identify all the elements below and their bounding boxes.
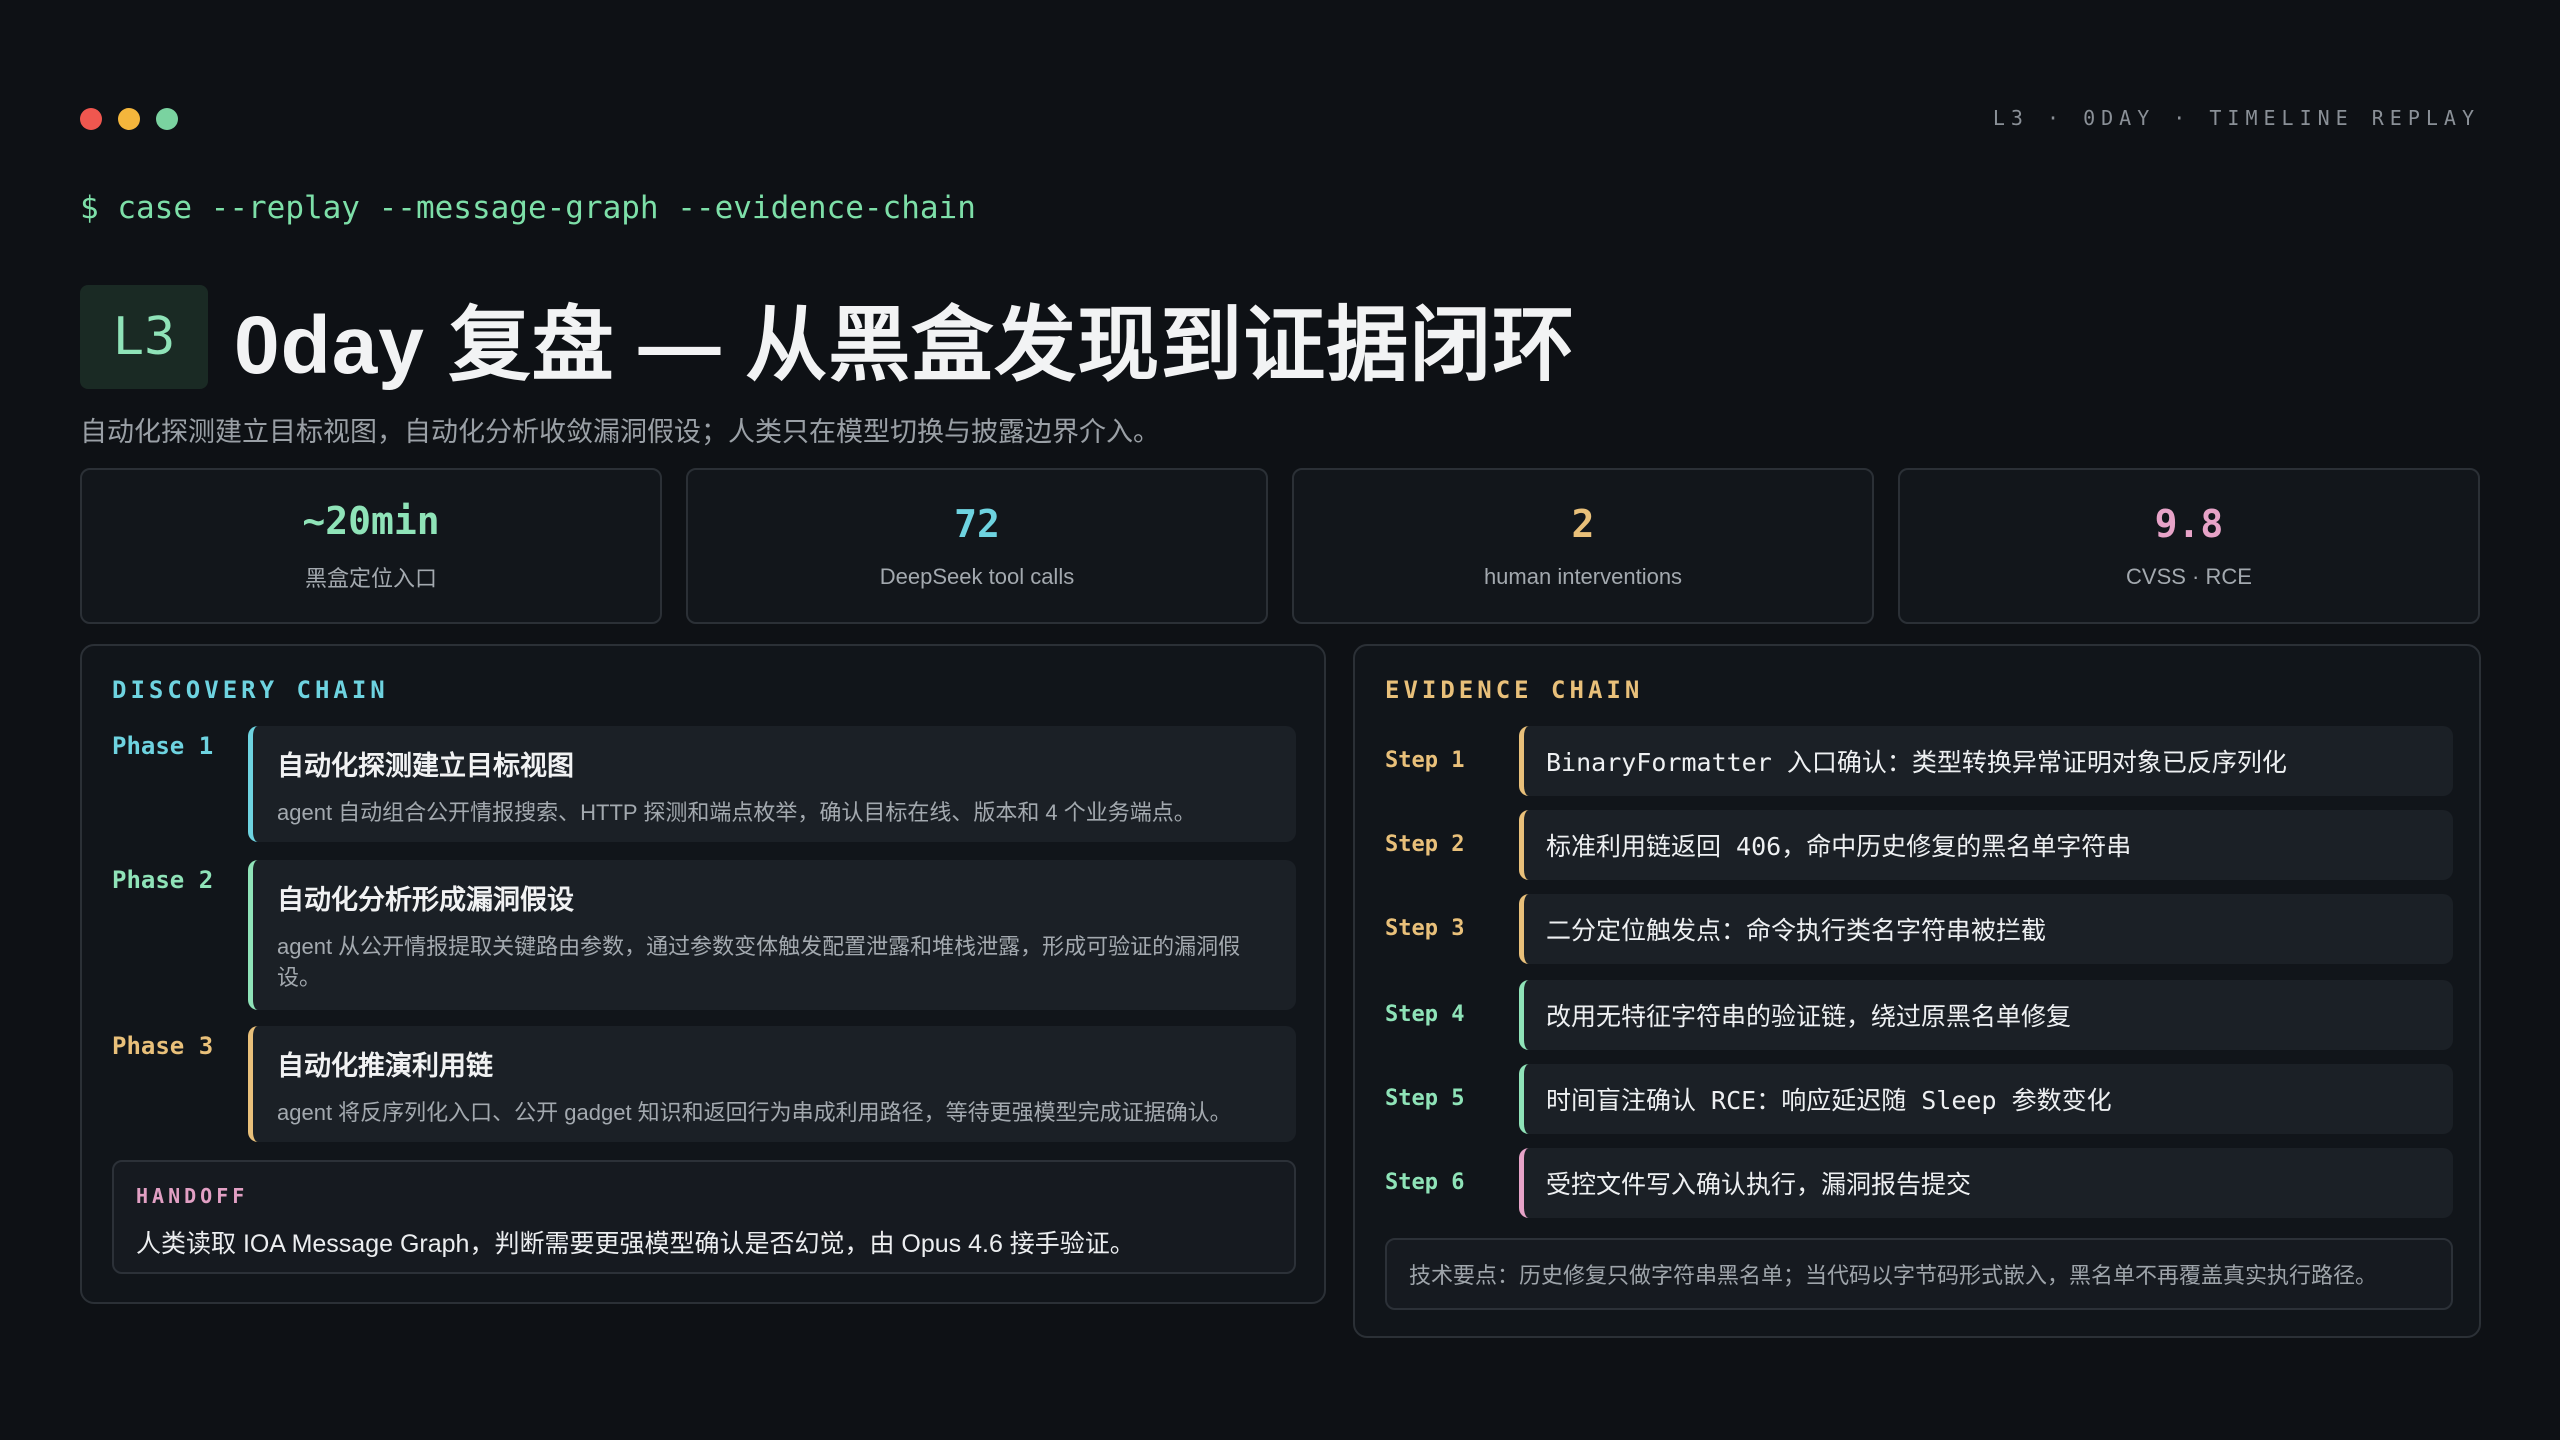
handoff-label: HANDOFF bbox=[136, 1184, 249, 1208]
step-tag: Step 3 bbox=[1385, 916, 1465, 941]
phase-tag: Phase 3 bbox=[112, 1032, 214, 1060]
phase-description: agent 从公开情报提取关键路由参数，通过参数变体触发配置泄露和堆栈泄露，形成… bbox=[277, 934, 1241, 990]
command-prompt: $ case --replay --message-graph --eviden… bbox=[80, 190, 976, 226]
step-text: 受控文件写入确认执行，漏洞报告提交 bbox=[1546, 1170, 1972, 1199]
evidence-chain-heading: EVIDENCE CHAIN bbox=[1385, 676, 1644, 704]
step-text: BinaryFormatter 入口确认：类型转换异常证明对象已反序列化 bbox=[1546, 748, 2287, 777]
step-card: BinaryFormatter 入口确认：类型转换异常证明对象已反序列化 bbox=[1519, 726, 2453, 796]
stat-label: human interventions bbox=[1483, 564, 1683, 589]
stat-label: CVSS · RCE bbox=[2126, 564, 2252, 589]
prompt-symbol: $ bbox=[80, 190, 99, 226]
step-text: 改用无特征字符串的验证链，绕过原黑名单修复 bbox=[1546, 1002, 2072, 1031]
evidence-chain-panel: EVIDENCE CHAIN Step 1 BinaryFormatter 入口… bbox=[1353, 644, 2481, 1338]
page-title: 0day 复盘 — 从黑盒发现到证据闭环 bbox=[234, 299, 1576, 391]
level-badge: L3 bbox=[80, 285, 208, 389]
phase-title: 自动化分析形成漏洞假设 bbox=[277, 885, 574, 915]
step-item: Step 6 受控文件写入确认执行，漏洞报告提交 bbox=[1385, 1148, 2453, 1218]
discovery-chain-heading: DISCOVERY CHAIN bbox=[112, 676, 389, 704]
step-tag: Step 2 bbox=[1385, 832, 1465, 857]
step-tag: Step 5 bbox=[1385, 1086, 1465, 1111]
phase-title: 自动化探测建立目标视图 bbox=[277, 751, 574, 781]
stat-label: DeepSeek tool calls bbox=[879, 564, 1075, 589]
phase-tag: Phase 1 bbox=[112, 732, 214, 760]
step-item: Step 4 改用无特征字符串的验证链，绕过原黑名单修复 bbox=[1385, 980, 2453, 1050]
page-subtitle: 自动化探测建立目标视图，自动化分析收敛漏洞假设；人类只在模型切换与披露边界介入。 bbox=[80, 417, 1160, 447]
step-card: 标准利用链返回 406，命中历史修复的黑名单字符串 bbox=[1519, 810, 2453, 880]
step-item: Step 2 标准利用链返回 406，命中历史修复的黑名单字符串 bbox=[1385, 810, 2453, 880]
step-card: 二分定位触发点：命令执行类名字符串被拦截 bbox=[1519, 894, 2453, 964]
close-dot-icon[interactable] bbox=[80, 108, 102, 130]
stats-row: ~20min 黑盒定位入口 72 DeepSeek tool calls 2 h… bbox=[80, 468, 2480, 624]
discovery-chain-panel: DISCOVERY CHAIN Phase 1 自动化探测建立目标视图 agen… bbox=[80, 644, 1326, 1304]
maximize-dot-icon[interactable] bbox=[156, 108, 178, 130]
step-card: 时间盲注确认 RCE：响应延迟随 Sleep 参数变化 bbox=[1519, 1064, 2453, 1134]
phase-card: 自动化探测建立目标视图 agent 自动组合公开情报搜索、HTTP 探测和端点枚… bbox=[248, 726, 1296, 842]
top-label: L3 · 0DAY · TIMELINE REPLAY bbox=[1992, 106, 2480, 130]
handoff-text: 人类读取 IOA Message Graph，判断需要更强模型确认是否幻觉，由 … bbox=[136, 1230, 1135, 1258]
handoff-box: HANDOFF 人类读取 IOA Message Graph，判断需要更强模型确… bbox=[112, 1160, 1296, 1274]
step-text: 标准利用链返回 406，命中历史修复的黑名单字符串 bbox=[1546, 832, 2132, 861]
step-item: Step 5 时间盲注确认 RCE：响应延迟随 Sleep 参数变化 bbox=[1385, 1064, 2453, 1134]
technical-note: 技术要点：历史修复只做字符串黑名单；当代码以字节码形式嵌入，黑名单不再覆盖真实执… bbox=[1385, 1238, 2453, 1310]
phase-description: agent 将反序列化入口、公开 gadget 知识和返回行为串成利用路径，等待… bbox=[277, 1100, 1232, 1125]
step-text: 二分定位触发点：命令执行类名字符串被拦截 bbox=[1546, 916, 2047, 945]
stat-card: ~20min 黑盒定位入口 bbox=[80, 468, 662, 624]
stat-card: 72 DeepSeek tool calls bbox=[686, 468, 1268, 624]
stat-value: 72 bbox=[954, 502, 1000, 546]
stat-value: 9.8 bbox=[2154, 502, 2224, 546]
phase-card: 自动化分析形成漏洞假设 agent 从公开情报提取关键路由参数，通过参数变体触发… bbox=[248, 860, 1296, 1010]
step-item: Step 1 BinaryFormatter 入口确认：类型转换异常证明对象已反… bbox=[1385, 726, 2453, 796]
stat-value: ~20min bbox=[302, 499, 440, 543]
stat-card: 9.8 CVSS · RCE bbox=[1898, 468, 2480, 624]
step-tag: Step 6 bbox=[1385, 1170, 1465, 1195]
window-controls bbox=[80, 108, 178, 130]
step-card: 受控文件写入确认执行，漏洞报告提交 bbox=[1519, 1148, 2453, 1218]
step-item: Step 3 二分定位触发点：命令执行类名字符串被拦截 bbox=[1385, 894, 2453, 964]
phase-tag: Phase 2 bbox=[112, 866, 214, 894]
phase-card: 自动化推演利用链 agent 将反序列化入口、公开 gadget 知识和返回行为… bbox=[248, 1026, 1296, 1142]
stat-value: 2 bbox=[1571, 502, 1595, 546]
phase-description: agent 自动组合公开情报搜索、HTTP 探测和端点枚举，确认目标在线、版本和… bbox=[277, 800, 1196, 825]
stat-card: 2 human interventions bbox=[1292, 468, 1874, 624]
prompt-command: case --replay --message-graph --evidence… bbox=[117, 190, 976, 226]
stat-label: 黑盒定位入口 bbox=[304, 566, 437, 591]
step-card: 改用无特征字符串的验证链，绕过原黑名单修复 bbox=[1519, 980, 2453, 1050]
step-tag: Step 4 bbox=[1385, 1002, 1465, 1027]
phase-title: 自动化推演利用链 bbox=[277, 1051, 493, 1081]
step-tag: Step 1 bbox=[1385, 748, 1465, 773]
minimize-dot-icon[interactable] bbox=[118, 108, 140, 130]
page-header: L3 0day 复盘 — 从黑盒发现到证据闭环 bbox=[80, 284, 1575, 391]
technical-note-text: 技术要点：历史修复只做字符串黑名单；当代码以字节码形式嵌入，黑名单不再覆盖真实执… bbox=[1409, 1263, 2378, 1288]
step-text: 时间盲注确认 RCE：响应延迟随 Sleep 参数变化 bbox=[1546, 1086, 2112, 1115]
